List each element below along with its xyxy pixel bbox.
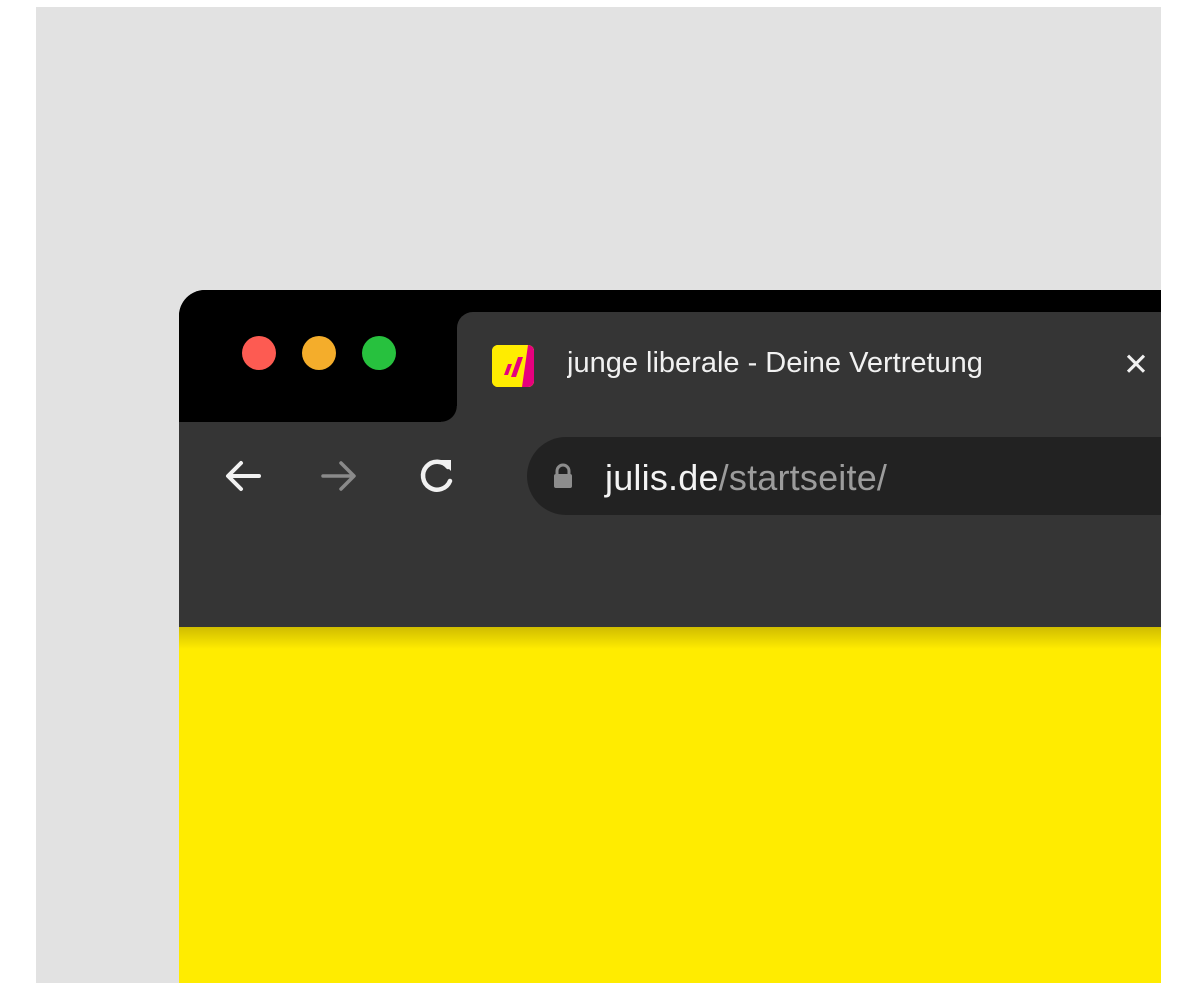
arrow-left-icon — [226, 461, 261, 491]
lock-icon[interactable] — [552, 462, 574, 490]
close-window-button[interactable] — [242, 336, 276, 370]
back-button[interactable] — [219, 452, 267, 500]
url-host: julis.de — [605, 457, 719, 498]
toolbar-shadow — [179, 627, 1161, 649]
browser-window: junge liberale - Deine Vertretung ✕ juli… — [179, 290, 1161, 983]
tab-close-button[interactable]: ✕ — [1119, 348, 1153, 382]
page-content[interactable] — [179, 627, 1161, 983]
reload-icon — [420, 459, 453, 492]
title-bar: junge liberale - Deine Vertretung ✕ — [179, 290, 1161, 422]
zoom-window-button[interactable] — [362, 336, 396, 370]
address-bar[interactable]: julis.de/startseite/ — [527, 437, 1161, 515]
url-text[interactable]: julis.de/startseite/ — [605, 457, 887, 499]
desktop-background: junge liberale - Deine Vertretung ✕ juli… — [36, 7, 1161, 983]
browser-toolbar: julis.de/startseite/ — [179, 422, 1161, 627]
tab-active[interactable]: junge liberale - Deine Vertretung ✕ — [441, 312, 1161, 422]
forward-button[interactable] — [315, 452, 363, 500]
minimize-window-button[interactable] — [302, 336, 336, 370]
reload-button[interactable] — [413, 452, 461, 500]
tab-title: junge liberale - Deine Vertretung — [567, 347, 983, 379]
url-path: /startseite/ — [718, 457, 888, 498]
arrow-right-icon — [321, 461, 356, 491]
julis-logo-icon — [492, 345, 534, 387]
